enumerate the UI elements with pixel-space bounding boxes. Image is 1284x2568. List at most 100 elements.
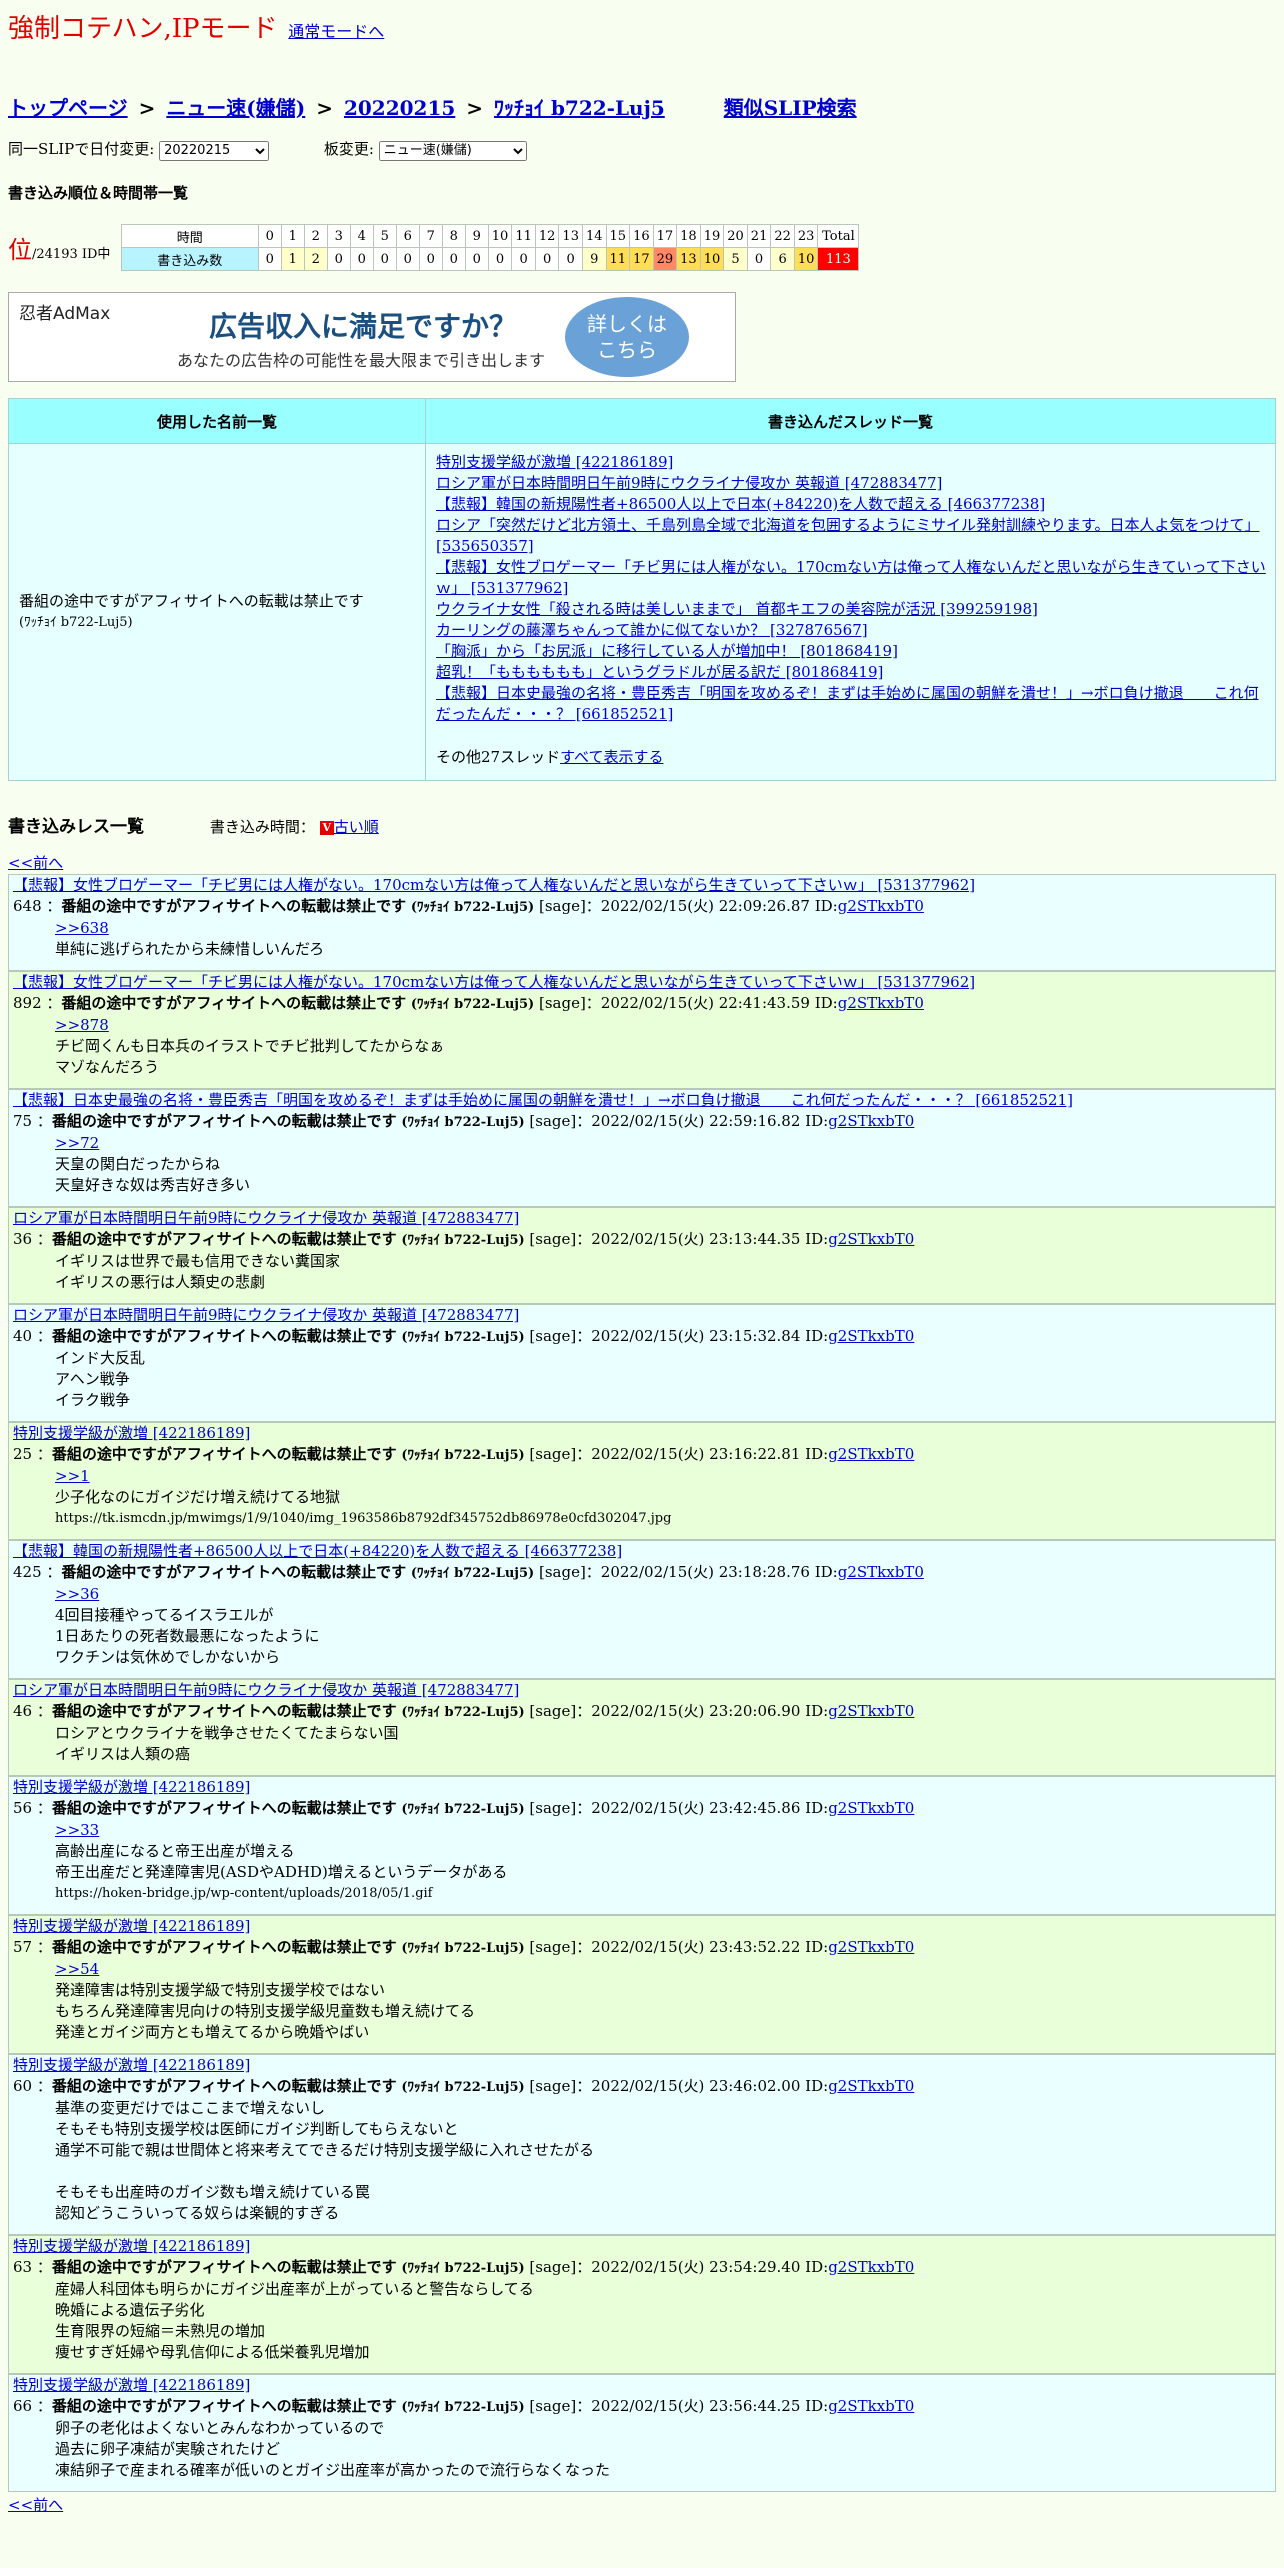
mode-header: 強制コテハン,IPモード 通常モードへ bbox=[8, 8, 384, 45]
post-header: 40 ：番組の途中ですがアフィサイトへの転載は禁止です (ﾜｯﾁｮｲ b722-… bbox=[13, 1327, 915, 1345]
show-all-threads-link[interactable]: すべて表示する bbox=[560, 748, 663, 766]
count-cell: 17 bbox=[629, 247, 654, 271]
date-change-label: 同一SLIPで日付変更: bbox=[8, 140, 155, 158]
post-thread-link[interactable]: 【悲報】女性ブロゲーマー「チビ男には人権がない。170cmない方は俺って人権ない… bbox=[13, 875, 1271, 896]
thread-link[interactable]: 【悲報】韓国の新規陽性者+86500人以上で日本(+84220)を人数で超える … bbox=[436, 495, 1045, 513]
thread-link[interactable]: カーリングの藤澤ちゃんって誰かに似てないか？ [327876567] bbox=[436, 621, 868, 639]
used-name: 番組の途中ですがアフィサイトへの転載は禁止です bbox=[19, 592, 364, 610]
count-cell: 5 bbox=[723, 247, 748, 271]
post-meta: [sage]：2022/02/15(火) 23:16:22.81 ID: bbox=[524, 1445, 829, 1463]
breadcrumb-slip[interactable]: ﾜｯﾁｮｲ b722-Luj5 bbox=[494, 96, 665, 120]
thread-link[interactable]: ウクライナ女性「殺される時は美しいままで」 首都キエフの美容院が活況 [3992… bbox=[436, 600, 1038, 618]
normal-mode-link[interactable]: 通常モードへ bbox=[288, 22, 384, 41]
prev-page-link-top[interactable]: <<前へ bbox=[8, 852, 63, 873]
post-id-link[interactable]: g2STkxbT0 bbox=[838, 994, 924, 1012]
post-id-link[interactable]: g2STkxbT0 bbox=[828, 1938, 914, 1956]
post-id-link[interactable]: g2STkxbT0 bbox=[828, 2397, 914, 2415]
post-id-link[interactable]: g2STkxbT0 bbox=[838, 897, 924, 915]
hour-cell: 20 bbox=[723, 224, 748, 248]
hour-cell: Total bbox=[817, 224, 860, 248]
ad-cta-button[interactable]: 詳しくは こちら bbox=[565, 297, 689, 377]
post-id-link[interactable]: g2STkxbT0 bbox=[828, 1230, 914, 1248]
hour-cell: 4 bbox=[349, 224, 374, 248]
post-number: 75 bbox=[13, 1112, 33, 1130]
breadcrumb-board[interactable]: ニュー速(嫌儲) bbox=[166, 96, 305, 120]
post-name: 番組の途中ですがアフィサイトへの転載は禁止です bbox=[61, 897, 407, 915]
thread-link[interactable]: ロシア軍が日本時間明日午前9時にウクライナ侵攻か 英報道 [472883477] bbox=[436, 474, 942, 492]
post: ロシア軍が日本時間明日午前9時にウクライナ侵攻か 英報道 [472883477]… bbox=[8, 1679, 1276, 1776]
post-header: 56 ：番組の途中ですがアフィサイトへの転載は禁止です (ﾜｯﾁｮｲ b722-… bbox=[13, 1799, 915, 1817]
post-number: 60 bbox=[13, 2077, 33, 2095]
thread-link[interactable]: 【悲報】日本史最強の名将・豊臣秀吉「明国を攻めるぞ！まずは手始めに属国の朝鮮を潰… bbox=[436, 684, 1259, 723]
post-trip: (ﾜｯﾁｮｲ b722-Luj5) bbox=[410, 997, 535, 1012]
post-id-link[interactable]: g2STkxbT0 bbox=[828, 1112, 914, 1130]
reply-anchor-link[interactable]: >>878 bbox=[55, 1015, 1271, 1036]
count-cell: 0 bbox=[395, 247, 420, 271]
board-change-label: 板変更: bbox=[323, 140, 374, 158]
post-thread-link[interactable]: 特別支援学級が激増 [422186189] bbox=[13, 1423, 1271, 1444]
post-thread-link[interactable]: ロシア軍が日本時間明日午前9時にウクライナ侵攻か 英報道 [472883477] bbox=[13, 1208, 1271, 1229]
count-row-label: 書き込み数 bbox=[120, 247, 259, 271]
ad-banner[interactable]: 忍者AdMax 広告収入に満足ですか？ あなたの広告枠の可能性を最大限まで引き出… bbox=[8, 292, 736, 382]
post-id-link[interactable]: g2STkxbT0 bbox=[828, 1445, 914, 1463]
post-line: 高齢出産になると帝王出産が増える bbox=[55, 1842, 295, 1860]
thread-link[interactable]: 【悲報】女性ブロゲーマー「チビ男には人権がない。170cmない方は俺って人権ない… bbox=[436, 558, 1266, 597]
post-thread-link[interactable]: ロシア軍が日本時間明日午前9時にウクライナ侵攻か 英報道 [472883477] bbox=[13, 1305, 1271, 1326]
hour-cell: 17 bbox=[652, 224, 678, 248]
post-name: 番組の途中ですがアフィサイトへの転載は禁止です bbox=[51, 1230, 397, 1248]
post-thread-link[interactable]: 【悲報】韓国の新規陽性者+86500人以上で日本(+84220)を人数で超える … bbox=[13, 1541, 1271, 1562]
thread-link[interactable]: 「胸派」から「お尻派」に移行している人が増加中！ [801868419] bbox=[436, 642, 898, 660]
breadcrumb-separator: > bbox=[138, 96, 156, 120]
post-trip: (ﾜｯﾁｮｲ b722-Luj5) bbox=[401, 1802, 525, 1817]
post-id-link[interactable]: g2STkxbT0 bbox=[828, 1799, 914, 1817]
reply-anchor-link[interactable]: >>33 bbox=[55, 1820, 1271, 1841]
post-trip: (ﾜｯﾁｮｲ b722-Luj5) bbox=[410, 1566, 535, 1581]
post-thread-link[interactable]: 特別支援学級が激増 [422186189] bbox=[13, 1916, 1271, 1937]
post: 特別支援学級が激増 [422186189] 66 ：番組の途中ですがアフィサイトへ… bbox=[8, 2374, 1276, 2492]
post-line: 少子化なのにガイジだけ増え続けてる地獄 bbox=[55, 1488, 341, 1506]
post-header: 75 ：番組の途中ですがアフィサイトへの転載は禁止です (ﾜｯﾁｮｲ b722-… bbox=[13, 1112, 915, 1130]
post-id-link[interactable]: g2STkxbT0 bbox=[828, 2258, 914, 2276]
post-id-link[interactable]: g2STkxbT0 bbox=[828, 1702, 914, 1720]
post-body: >>33 高齢出産になると帝王出産が増える 帝王出産だと発達障害児(ASDやADHD… bbox=[55, 1820, 1271, 1904]
board-select[interactable]: ニュー速(嫌儲) bbox=[378, 140, 527, 161]
post-thread-link[interactable]: 【悲報】日本史最強の名将・豊臣秀吉「明国を攻めるぞ！まずは手始めに属国の朝鮮を潰… bbox=[13, 1090, 1271, 1111]
thread-link[interactable]: ロシア「突然だけど北方領土、千島列島全域で北海道を包囲するようにミサイル発射訓練… bbox=[436, 516, 1260, 555]
post-line: イギリスの悪行は人類史の悲劇 bbox=[55, 1273, 266, 1291]
post-thread-link[interactable]: 【悲報】女性ブロゲーマー「チビ男には人権がない。170cmない方は俺って人権ない… bbox=[13, 972, 1271, 993]
prev-page-link-bottom[interactable]: <<前へ bbox=[8, 2494, 63, 2515]
hour-cell: 21 bbox=[746, 224, 772, 248]
reply-anchor-link[interactable]: >>72 bbox=[55, 1133, 1271, 1154]
date-select[interactable]: 20220215 bbox=[159, 140, 270, 161]
post-thread-link[interactable]: 特別支援学級が激増 [422186189] bbox=[13, 2055, 1271, 2076]
post-thread-link[interactable]: ロシア軍が日本時間明日午前9時にウクライナ侵攻か 英報道 [472883477] bbox=[13, 1680, 1271, 1701]
post-line: 生育限界の短縮＝未熟児の増加 bbox=[55, 2322, 266, 2340]
post-number: 425 bbox=[13, 1563, 42, 1581]
reply-anchor-link[interactable]: >>1 bbox=[55, 1466, 1271, 1487]
similar-slip-search-link[interactable]: 類似SLIP検索 bbox=[724, 96, 857, 120]
breadcrumb-date[interactable]: 20220215 bbox=[344, 96, 455, 120]
count-cell: 2 bbox=[303, 247, 328, 271]
breadcrumb-top[interactable]: トップページ bbox=[8, 96, 128, 120]
post-name: 番組の途中ですがアフィサイトへの転載は禁止です bbox=[51, 2077, 397, 2095]
oldest-first-link[interactable]: 古い順 bbox=[334, 818, 379, 836]
post-name: 番組の途中ですがアフィサイトへの転載は禁止です bbox=[51, 1445, 397, 1463]
post-header: 66 ：番組の途中ですがアフィサイトへの転載は禁止です (ﾜｯﾁｮｲ b722-… bbox=[13, 2397, 915, 2415]
post-thread-link[interactable]: 特別支援学級が激増 [422186189] bbox=[13, 1777, 1271, 1798]
post-id-link[interactable]: g2STkxbT0 bbox=[828, 2077, 914, 2095]
reply-anchor-link[interactable]: >>54 bbox=[55, 1959, 1271, 1980]
post-trip: (ﾜｯﾁｮｲ b722-Luj5) bbox=[401, 1941, 525, 1956]
post-id-link[interactable]: g2STkxbT0 bbox=[828, 1327, 914, 1345]
thread-link[interactable]: 特別支援学級が激増 [422186189] bbox=[436, 453, 673, 471]
count-cell: 10 bbox=[699, 247, 725, 271]
post-line: 発達とガイジ両方とも増えてるから晩婚やばい bbox=[55, 2023, 370, 2041]
reply-anchor-link[interactable]: >>36 bbox=[55, 1584, 1271, 1605]
hour-cell: 9 bbox=[464, 224, 489, 248]
thread-link[interactable]: 超乳！「もももももも」というグラドルが居る訳だ [801868419] bbox=[436, 663, 883, 681]
post-body: 基準の変更だけではここまで増えないし そもそも特別支援学校は医師にガイジ判断しても… bbox=[55, 2098, 1271, 2224]
post-thread-link[interactable]: 特別支援学級が激増 [422186189] bbox=[13, 2375, 1271, 2396]
post-id-link[interactable]: g2STkxbT0 bbox=[838, 1563, 924, 1581]
post-thread-link[interactable]: 特別支援学級が激増 [422186189] bbox=[13, 2236, 1271, 2257]
reply-anchor-link[interactable]: >>638 bbox=[55, 918, 1271, 939]
post-line: 産婦人科団体も明らかにガイジ出産率が上がっていると警告ならしてる bbox=[55, 2280, 534, 2298]
